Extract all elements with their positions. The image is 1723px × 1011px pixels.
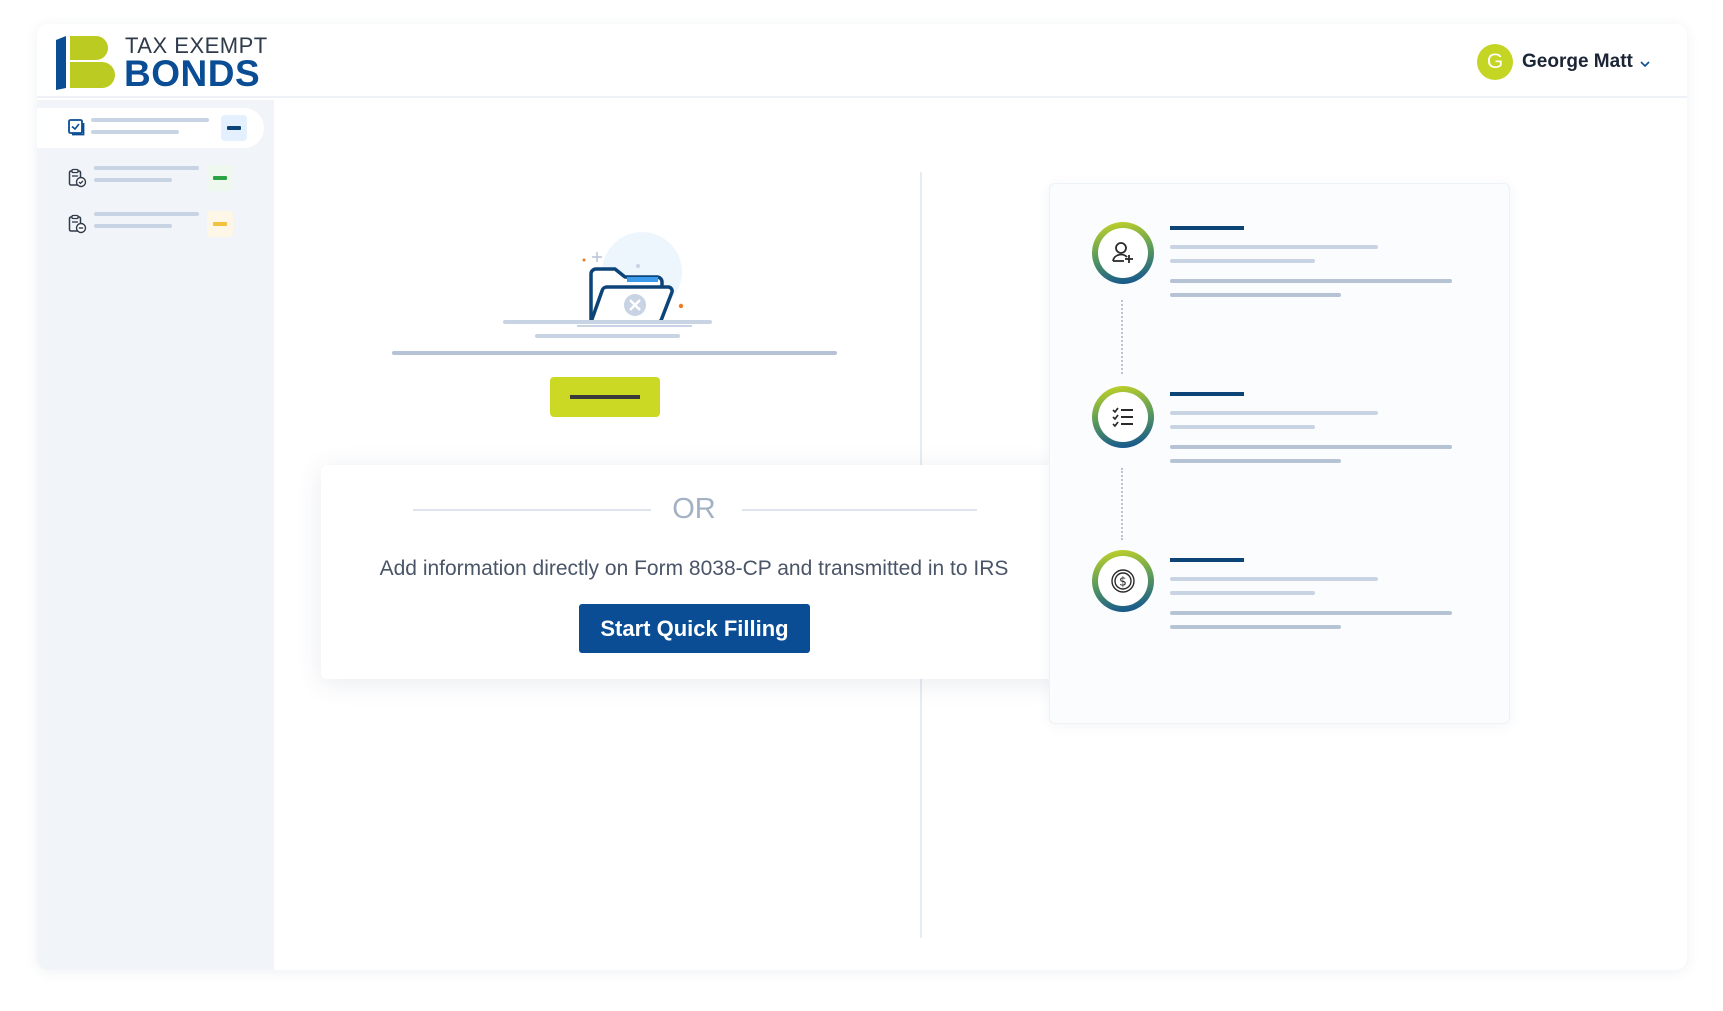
placeholder-line [91, 130, 179, 134]
placeholder-line [94, 166, 199, 170]
placeholder-line [1170, 245, 1378, 249]
placeholder-line [1170, 411, 1378, 415]
chevron-down-icon [1640, 61, 1650, 68]
placeholder-line [94, 212, 199, 216]
placeholder-line [1170, 611, 1452, 615]
start-quick-filling-button[interactable]: Start Quick Filling [579, 604, 810, 653]
placeholder-line [1170, 625, 1341, 629]
sidebar-item-1[interactable] [37, 108, 264, 148]
header: TAX EXEMPT BONDS G George Matt [37, 24, 1687, 98]
primary-action-button[interactable] [550, 377, 660, 417]
logo-text-bottom: BONDS [124, 53, 261, 94]
step-badge [1092, 222, 1154, 284]
clipboard-check-icon [68, 168, 87, 188]
logo-mark-icon [56, 36, 115, 90]
placeholder-line [1170, 577, 1378, 581]
step-3: $ [1050, 550, 1509, 650]
placeholder-line [392, 351, 837, 355]
sidebar-item-2[interactable] [37, 158, 264, 198]
placeholder-title [1170, 226, 1244, 230]
quick-fill-description: Add information directly on Form 8038-CP… [379, 557, 1009, 580]
placeholder-line [535, 334, 680, 338]
step-1 [1050, 222, 1509, 322]
sidebar [37, 100, 274, 970]
checkbox-stack-icon [68, 119, 85, 136]
step-2 [1050, 386, 1509, 486]
status-badge [207, 211, 233, 237]
step-connector [1121, 300, 1123, 374]
separator-line [742, 509, 977, 511]
placeholder-line [1170, 259, 1315, 263]
placeholder-title [1170, 558, 1244, 562]
svg-text:$: $ [1119, 575, 1127, 589]
dollar-coin-icon: $ [1111, 569, 1135, 593]
status-badge [221, 115, 247, 141]
logo[interactable]: TAX EXEMPT BONDS [56, 30, 267, 94]
placeholder-line [503, 320, 712, 324]
placeholder-line [1170, 591, 1315, 595]
placeholder-line [1170, 445, 1452, 449]
placeholder-dash [570, 395, 640, 399]
placeholder-line [1170, 425, 1315, 429]
checklist-icon [1112, 407, 1133, 428]
app-frame: TAX EXEMPT BONDS G George Matt OR Add in… [37, 24, 1687, 970]
clipboard-minus-icon [68, 214, 87, 234]
avatar: G [1477, 44, 1513, 80]
empty-folder-icon [577, 232, 692, 327]
step-badge: $ [1092, 550, 1154, 612]
quick-fill-card: OR Add information directly on Form 8038… [321, 465, 1067, 679]
status-badge [207, 165, 233, 191]
placeholder-line [1170, 293, 1341, 297]
placeholder-line [94, 224, 172, 228]
placeholder-title [1170, 392, 1244, 396]
steps-panel: $ [1049, 183, 1510, 724]
step-connector [1121, 468, 1123, 540]
placeholder-line [91, 118, 209, 122]
or-separator: OR [413, 493, 977, 527]
placeholder-line [94, 178, 172, 182]
user-add-icon [1112, 242, 1133, 263]
sidebar-item-3[interactable] [37, 204, 264, 244]
placeholder-line [1170, 279, 1452, 283]
placeholder-line [1170, 459, 1341, 463]
user-name: George Matt [1522, 51, 1633, 72]
step-badge [1092, 386, 1154, 448]
user-menu[interactable]: G George Matt [1477, 44, 1651, 80]
